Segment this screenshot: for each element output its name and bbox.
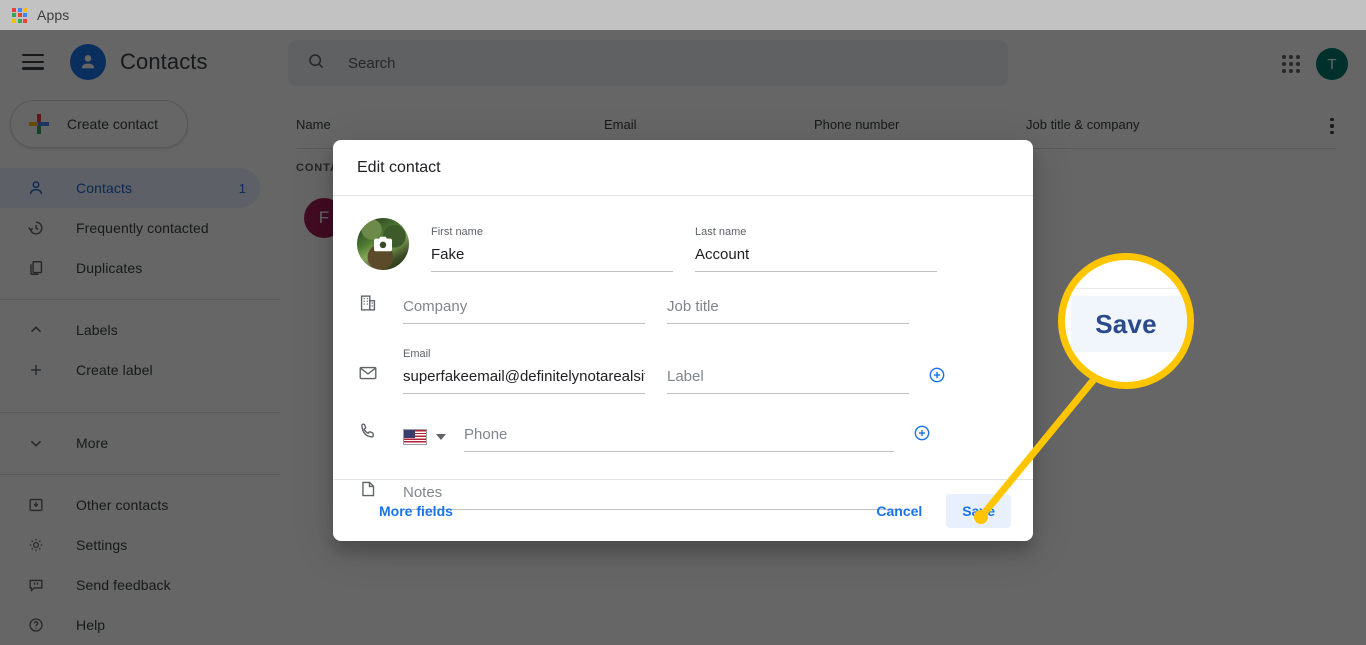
- screenshot-root: Apps Contacts Create contact: [0, 0, 1366, 645]
- name-row: First name Fake Last name Account: [357, 210, 1009, 272]
- cancel-button[interactable]: Cancel: [860, 494, 938, 528]
- building-icon: [357, 292, 381, 316]
- us-flag-icon: [403, 429, 427, 445]
- magnified-save-label: Save: [1095, 308, 1157, 339]
- last-name-value: Account: [695, 246, 937, 272]
- apps-grid-icon[interactable]: [12, 7, 27, 23]
- dialog-actions: Cancel Save: [860, 493, 1033, 528]
- phone-icon: [357, 420, 381, 444]
- email-field[interactable]: Email superfakeemail@definitelynotareals…: [403, 348, 645, 394]
- contact-photo-button[interactable]: [357, 218, 409, 270]
- magnifier-callout: Save: [1058, 253, 1194, 389]
- job-title-field[interactable]: Job title: [667, 298, 909, 324]
- dialog-title: Edit contact: [357, 158, 441, 176]
- add-circle-icon[interactable]: [912, 423, 932, 443]
- country-code-select[interactable]: [403, 429, 446, 445]
- magnified-divider: [1065, 288, 1187, 289]
- apps-label[interactable]: Apps: [37, 7, 69, 23]
- email-label: Email: [403, 348, 431, 360]
- phone-placeholder: Phone: [464, 426, 894, 452]
- company-row: Company Job title: [357, 272, 1009, 324]
- phone-row: Phone: [357, 400, 1009, 452]
- company-field[interactable]: Company: [403, 298, 645, 324]
- edit-contact-dialog: Edit contact First name Fake Last name A…: [333, 140, 1033, 541]
- magnifier-content: Save: [1065, 260, 1187, 382]
- dialog-footer: More fields Cancel Save: [333, 479, 1033, 541]
- first-name-label: First name: [431, 226, 483, 238]
- chevron-down-icon: [436, 434, 446, 440]
- email-label-field[interactable]: Label: [667, 368, 909, 394]
- last-name-label: Last name: [695, 226, 747, 238]
- more-fields-button[interactable]: More fields: [379, 503, 453, 519]
- browser-bookmarks-bar: Apps: [0, 0, 1366, 30]
- save-button[interactable]: Save: [946, 493, 1011, 528]
- dialog-header: Edit contact: [333, 140, 1033, 196]
- add-circle-icon[interactable]: [927, 365, 947, 385]
- envelope-icon: [357, 362, 381, 386]
- job-title-placeholder: Job title: [667, 298, 909, 324]
- email-label-placeholder: Label: [667, 368, 909, 394]
- company-placeholder: Company: [403, 298, 645, 324]
- camera-icon: [372, 235, 394, 253]
- phone-field[interactable]: Phone: [464, 426, 894, 452]
- email-value: superfakeemail@definitelynotarealsite: [403, 368, 645, 394]
- first-name-value: Fake: [431, 246, 673, 272]
- email-row: Email superfakeemail@definitelynotareals…: [357, 342, 1009, 394]
- first-name-field[interactable]: First name Fake: [431, 226, 673, 272]
- last-name-field[interactable]: Last name Account: [695, 226, 937, 272]
- dialog-body: First name Fake Last name Account Compan…: [333, 196, 1033, 510]
